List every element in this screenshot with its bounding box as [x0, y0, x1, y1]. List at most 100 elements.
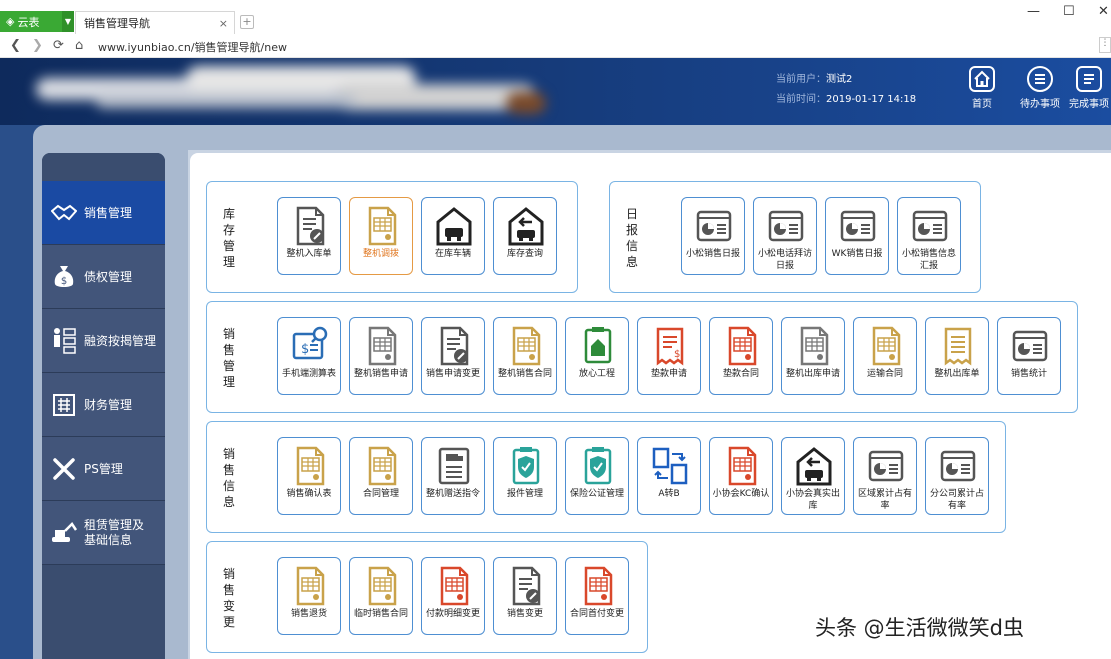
tile-sales_mgmt-6[interactable]: 垫款合同	[709, 317, 773, 395]
tile-sales_mgmt-1[interactable]: 整机销售申请	[349, 317, 413, 395]
tile-sales_mgmt-10[interactable]: 销售统计	[997, 317, 1061, 395]
tile-sales_mgmt-3[interactable]: 整机销售合同	[493, 317, 557, 395]
receipt-lines-icon	[940, 326, 976, 366]
tile-label: 报件管理	[506, 489, 543, 499]
new-tab-button[interactable]: +	[240, 15, 254, 29]
svg-text:$: $	[674, 349, 680, 360]
tile-sales_info-9[interactable]: 分公司累计占有率	[925, 437, 989, 515]
tile-sales_mgmt-4[interactable]: 放心工程	[565, 317, 629, 395]
tile-label: 小松销售日报	[685, 249, 740, 259]
tile-label: 整机出库申请	[785, 369, 840, 379]
current-time: 当前时间：2019-01-17 14:18	[776, 90, 916, 105]
sidebar-item-finance[interactable]: 财务管理	[42, 373, 165, 437]
report-chart-icon	[868, 446, 904, 486]
sidebar-item-financing[interactable]: 融资按揭管理	[42, 309, 165, 373]
garage-exit-icon	[508, 206, 544, 246]
tile-sales_info-4[interactable]: 保险公证管理	[565, 437, 629, 515]
current-user: 当前用户：测试2	[776, 70, 852, 85]
tile-inventory-3[interactable]: 库存查询	[493, 197, 557, 275]
doc-table-icon	[796, 326, 832, 366]
tile-label: 销售确认表	[286, 489, 332, 499]
tile-sales_info-8[interactable]: 区域累计占有率	[853, 437, 917, 515]
tile-daily-1[interactable]: 小松电话拜访日报	[753, 197, 817, 275]
current-user-value: 测试2	[826, 74, 853, 85]
tile-inventory-0[interactable]: 整机入库单	[277, 197, 341, 275]
tile-inventory-1[interactable]: 整机调拨	[349, 197, 413, 275]
watermark: 头条 @生活微微笑d虫	[815, 616, 1025, 640]
address-end-icon[interactable]: ⋮	[1099, 37, 1111, 53]
home-button[interactable]: 首页	[957, 66, 1007, 110]
tile-sales_change-3[interactable]: 销售变更	[493, 557, 557, 635]
money-bag-icon: $	[50, 263, 78, 291]
tile-sales_change-0[interactable]: 销售退货	[277, 557, 341, 635]
tile-sales_info-2[interactable]: 整机赠送指令	[421, 437, 485, 515]
report-chart-icon	[696, 206, 732, 246]
doc-table-icon	[724, 326, 760, 366]
tab-title: 销售管理导航	[84, 17, 150, 30]
handshake-icon	[50, 199, 78, 227]
tab-sales-nav[interactable]: 销售管理导航 ×	[75, 11, 235, 34]
chevron-down-icon[interactable]: ▼	[62, 11, 74, 32]
forward-icon[interactable]: ❯	[32, 38, 43, 53]
shield-clipboard-icon	[508, 446, 544, 486]
tile-sales_mgmt-7[interactable]: 整机出库申请	[781, 317, 845, 395]
doc-table-icon	[364, 326, 400, 366]
maximize-button[interactable]: ☐	[1063, 4, 1075, 19]
tile-inventory-2[interactable]: 在库车辆	[421, 197, 485, 275]
todo-button[interactable]: 待办事项	[1015, 66, 1065, 110]
tile-label: 放心工程	[578, 369, 615, 379]
tile-label: 小协会KC确认	[712, 489, 770, 499]
home-label: 首页	[972, 99, 992, 110]
tile-sales_info-3[interactable]: 报件管理	[493, 437, 557, 515]
doc-table-icon	[364, 566, 400, 606]
sidebar-item-leasing[interactable]: 租赁管理及 基础信息	[42, 501, 165, 565]
sidebar-item-sales[interactable]: 销售管理	[42, 181, 165, 245]
done-button[interactable]: 完成事项	[1064, 66, 1111, 110]
app-header: 当前用户：测试2 当前时间：2019-01-17 14:18 首页 待办事项 完…	[0, 58, 1111, 125]
close-tab-icon[interactable]: ×	[219, 17, 228, 30]
tile-sales_change-4[interactable]: 合同首付变更	[565, 557, 629, 635]
tile-sales_change-1[interactable]: 临时销售合同	[349, 557, 413, 635]
tile-sales_mgmt-9[interactable]: 整机出库单	[925, 317, 989, 395]
refresh-icon[interactable]: ⟳	[53, 38, 64, 53]
minimize-button[interactable]: —	[1027, 4, 1040, 19]
tile-sales_change-2[interactable]: 付款明细变更	[421, 557, 485, 635]
tile-label: 运输合同	[866, 369, 903, 379]
doc-table-icon	[724, 446, 760, 486]
tile-sales_info-7[interactable]: 小协会真实出库	[781, 437, 845, 515]
tile-sales_info-6[interactable]: 小协会KC确认	[709, 437, 773, 515]
tile-label: 整机赠送指令	[425, 489, 480, 499]
group-sales-management: 销售管理 $ 手机端测算表 整机销售申请 销售申请变更 整机销售合同 放心工程 $ 垫款申请 垫…	[206, 301, 1078, 413]
tile-sales_mgmt-8[interactable]: 运输合同	[853, 317, 917, 395]
brand-menu-button[interactable]: ◈ 云表 ▼	[0, 11, 74, 32]
todo-label: 待办事项	[1020, 99, 1060, 110]
tile-daily-3[interactable]: 小松销售信息汇报	[897, 197, 961, 275]
tile-sales_info-5[interactable]: A转B	[637, 437, 701, 515]
doc-table-icon	[292, 566, 328, 606]
home-icon[interactable]: ⌂	[75, 38, 83, 53]
sidebar-item-ps[interactable]: PS管理	[42, 437, 165, 501]
tile-sales_mgmt-5[interactable]: $ 垫款申请	[637, 317, 701, 395]
group-title: 销售信息	[222, 447, 235, 509]
back-icon[interactable]: ❮	[10, 38, 21, 53]
sidebar-top	[42, 153, 165, 181]
todo-icon	[1027, 66, 1053, 92]
excavator-icon	[50, 519, 78, 547]
tile-sales_mgmt-0[interactable]: $ 手机端测算表	[277, 317, 341, 395]
tile-daily-2[interactable]: WK销售日报	[825, 197, 889, 275]
tile-label: 付款明细变更	[425, 609, 480, 619]
tile-daily-0[interactable]: 小松销售日报	[681, 197, 745, 275]
tile-label: 合同管理	[362, 489, 399, 499]
doc-table-icon	[508, 326, 544, 366]
url-input[interactable]: www.iyunbiao.cn/销售管理导航/new	[98, 39, 287, 55]
close-window-button[interactable]: ✕	[1098, 4, 1109, 19]
tile-sales_mgmt-2[interactable]: 销售申请变更	[421, 317, 485, 395]
tile-sales_info-1[interactable]: 合同管理	[349, 437, 413, 515]
doc-edit-icon	[508, 566, 544, 606]
doc-table-icon	[868, 326, 904, 366]
sidebar-item-label: 销售管理	[84, 206, 133, 220]
tile-sales_info-0[interactable]: 销售确认表	[277, 437, 341, 515]
sidebar-item-debt[interactable]: $ 债权管理	[42, 245, 165, 309]
tile-label: 整机出库单	[934, 369, 980, 379]
tile-label: WK销售日报	[831, 249, 883, 259]
